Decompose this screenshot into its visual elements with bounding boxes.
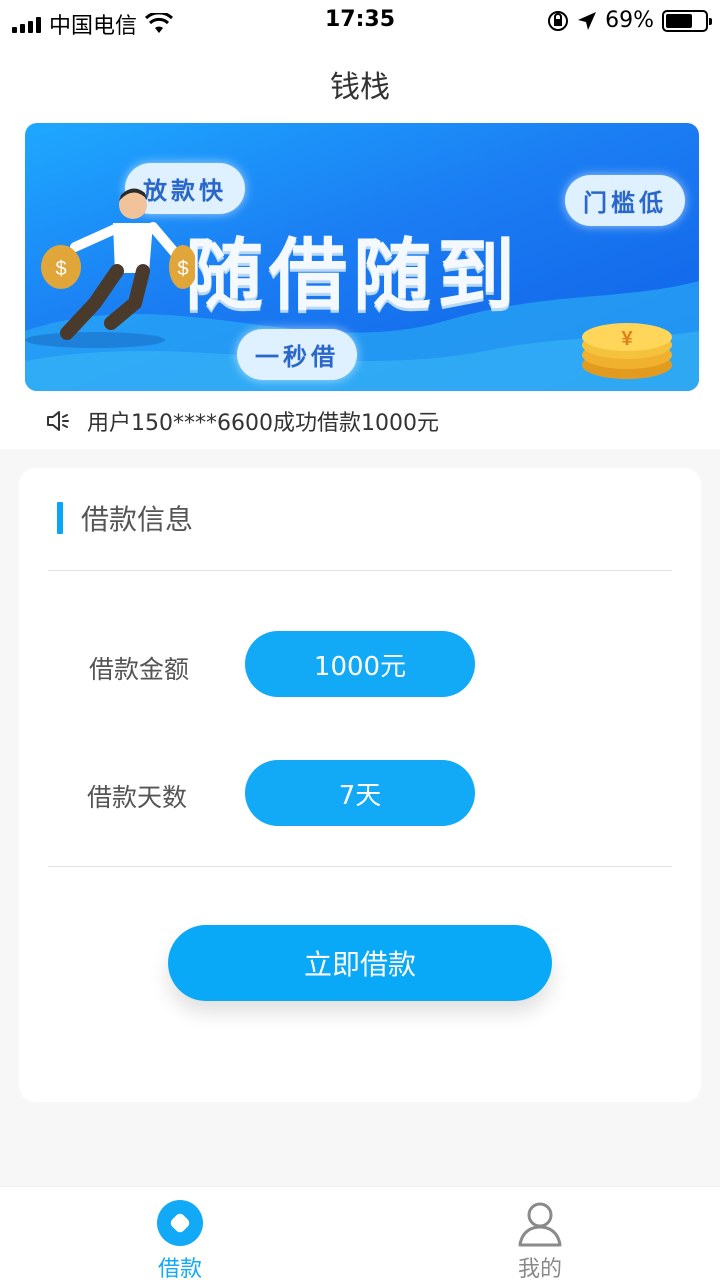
loan-icon bbox=[157, 1200, 203, 1246]
user-icon bbox=[518, 1202, 562, 1247]
svg-text:$: $ bbox=[177, 258, 188, 280]
amount-selector[interactable]: 1000元 bbox=[245, 631, 475, 697]
orientation-lock-icon bbox=[548, 10, 569, 31]
section-title: 借款信息 bbox=[81, 503, 194, 536]
status-bar: 中国电信 17:35 69% bbox=[0, 0, 720, 40]
loan-info-card: 借款信息 借款金额 1000元 借款天数 7天 立即借款 bbox=[19, 468, 701, 1102]
days-selector[interactable]: 7天 bbox=[245, 760, 475, 826]
tab-mine-label: 我的 bbox=[517, 1257, 562, 1280]
section-header: 借款信息 bbox=[57, 498, 193, 538]
tab-bar: 借款 我的 bbox=[0, 1186, 720, 1280]
running-man-illustration: $ $ bbox=[25, 188, 195, 348]
location-icon bbox=[578, 11, 597, 30]
coin-stack-illustration: ¥ bbox=[582, 323, 672, 379]
amount-label: 借款金额 bbox=[89, 655, 190, 684]
tab-loan-label: 借款 bbox=[157, 1257, 202, 1280]
divider-top bbox=[48, 570, 672, 571]
top-area: 钱栈 放款快 门槛低 一秒借 随借随到 $ $ ¥ 用户150****6600成… bbox=[0, 40, 720, 449]
tab-loan[interactable]: 借款 bbox=[120, 1199, 240, 1280]
borrow-now-button[interactable]: 立即借款 bbox=[168, 925, 552, 1001]
days-label: 借款天数 bbox=[87, 783, 188, 812]
speaker-icon bbox=[47, 411, 69, 431]
battery-percent: 69% bbox=[605, 8, 654, 33]
divider-bottom bbox=[48, 866, 672, 867]
title-accent-bar bbox=[57, 502, 63, 534]
promo-banner[interactable]: 放款快 门槛低 一秒借 随借随到 $ $ ¥ bbox=[25, 123, 699, 391]
svg-text:$: $ bbox=[55, 258, 66, 280]
battery-icon bbox=[662, 9, 712, 32]
status-right: 69% bbox=[547, 8, 712, 33]
battery-fill bbox=[666, 13, 693, 28]
notice-text: 用户150****6600成功借款1000元 bbox=[87, 411, 439, 436]
notice-bar: 用户150****6600成功借款1000元 bbox=[45, 405, 439, 437]
svg-text:¥: ¥ bbox=[621, 328, 633, 350]
tab-mine[interactable]: 我的 bbox=[480, 1199, 600, 1280]
tag-one-second: 一秒借 bbox=[237, 329, 357, 380]
banner-headline: 随借随到 bbox=[185, 231, 522, 321]
page-title: 钱栈 bbox=[330, 70, 390, 105]
tag-low-threshold: 门槛低 bbox=[565, 175, 685, 226]
